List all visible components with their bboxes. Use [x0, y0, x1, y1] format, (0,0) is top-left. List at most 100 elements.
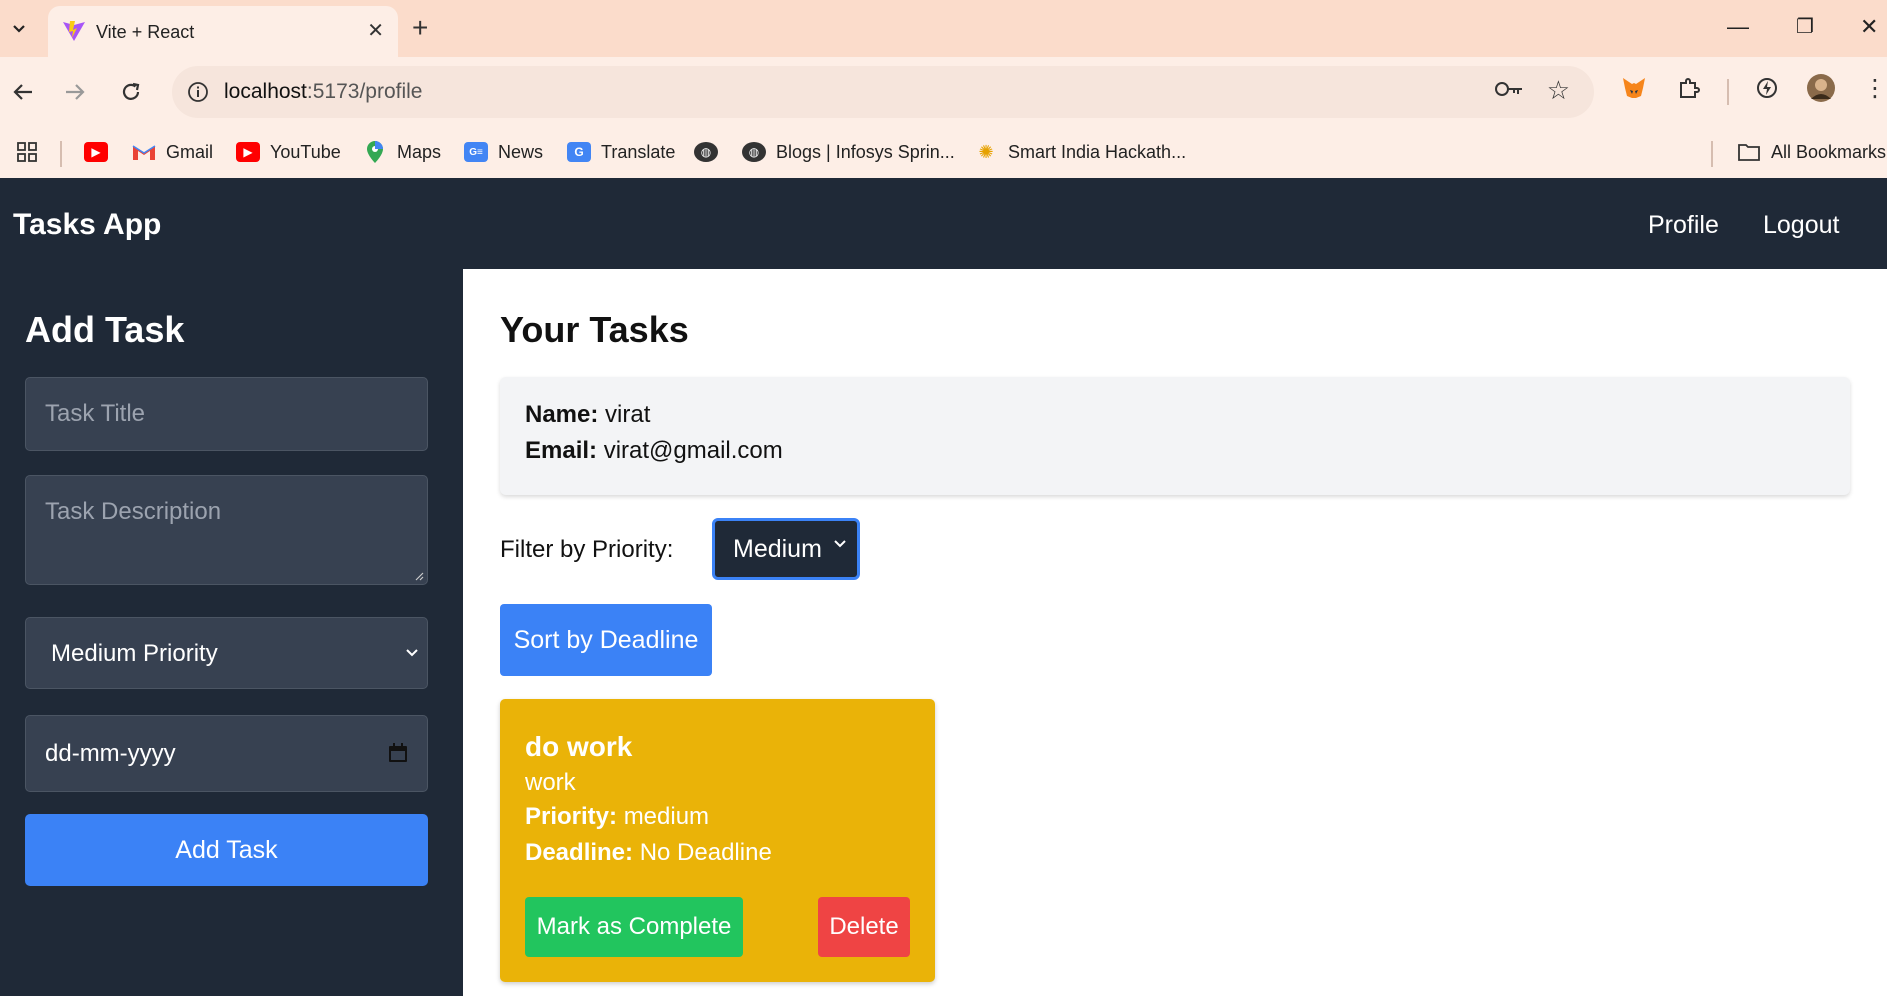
profile-avatar[interactable] [1804, 71, 1838, 105]
bookmark-globe-icon-only[interactable]: ◍ [694, 137, 728, 167]
add-task-heading: Add Task [25, 309, 185, 350]
priority-select-value: Medium Priority [51, 640, 218, 667]
bookmarks-bar: ▶ Gmail ▶ YouTube Maps G≡ News G Transla… [0, 127, 1887, 178]
email-label: Email: [525, 437, 598, 464]
browser-menu-icon[interactable]: ⋮ [1858, 71, 1887, 105]
your-tasks-heading: Your Tasks [500, 309, 689, 350]
profile-link[interactable]: Profile [1648, 211, 1719, 240]
tasks-main: Your Tasks Name: virat Email: virat@gmai… [463, 269, 1887, 996]
tab-search-button[interactable] [0, 8, 38, 48]
all-bookmarks-label: All Bookmarks [1771, 141, 1887, 162]
priority-label: Priority: [525, 803, 618, 830]
profile-email: Email: virat@gmail.com [525, 437, 783, 465]
task-title-placeholder: Task Title [45, 400, 146, 427]
bookmark-label: Translate [601, 141, 676, 162]
app-header: Tasks App Profile Logout [0, 178, 1887, 269]
calendar-icon[interactable] [387, 742, 409, 764]
deadline-date-placeholder: dd-mm-yyyy [45, 740, 176, 767]
task-title-input[interactable]: Task Title [25, 377, 428, 451]
task-description: work [525, 769, 576, 796]
task-title: do work [525, 731, 633, 762]
bookmark-smart-india-hackathon[interactable]: ✺ Smart India Hackath... [974, 137, 1186, 167]
minimize-button[interactable]: — [1727, 10, 1749, 44]
tasks-app: Tasks App Profile Logout Add Task Task T… [0, 178, 1887, 996]
bookmark-label: Blogs | Infosys Sprin... [776, 141, 955, 162]
bookmark-gmail[interactable]: Gmail [132, 137, 213, 167]
bookmark-maps[interactable]: Maps [363, 137, 441, 167]
new-tab-button[interactable]: + [412, 10, 428, 46]
metamask-extension-icon[interactable] [1617, 71, 1651, 105]
youtube-icon: ▶ [84, 142, 108, 162]
translate-icon: G [567, 142, 591, 162]
name-label: Name: [525, 401, 599, 428]
task-description-placeholder: Task Description [45, 498, 222, 525]
url-path: :5173/profile [306, 80, 423, 103]
vite-icon [63, 21, 85, 41]
email-value: virat@gmail.com [603, 437, 783, 464]
tab-title: Vite + React [96, 22, 195, 42]
youtube-icon: ▶ [236, 142, 260, 162]
tab-strip: Vite + React ✕ + — ❐ ✕ [0, 0, 1887, 57]
mark-complete-button[interactable]: Mark as Complete [525, 897, 743, 957]
browser-window: Vite + React ✕ + — ❐ ✕ localhost:5173/pr… [0, 0, 1887, 178]
app-title: Tasks App [13, 208, 162, 241]
bookmarks-divider [1711, 141, 1713, 167]
bookmark-news[interactable]: G≡ News [464, 137, 543, 167]
back-button[interactable] [6, 75, 40, 109]
deadline-value: No Deadline [639, 839, 772, 866]
logout-link[interactable]: Logout [1763, 211, 1839, 240]
all-bookmarks[interactable]: All Bookmarks [1737, 137, 1886, 167]
globe-icon: ◍ [694, 142, 718, 162]
name-value: virat [605, 401, 651, 428]
news-icon: G≡ [464, 142, 488, 162]
add-task-sidebar: Add Task Task Title Task Description Med… [0, 269, 463, 996]
browser-tab[interactable]: Vite + React ✕ [48, 6, 398, 57]
task-deadline: Deadline: No Deadline [525, 839, 772, 867]
gmail-icon [132, 142, 156, 162]
add-task-button[interactable]: Add Task [25, 814, 428, 886]
reload-button[interactable] [114, 75, 148, 109]
sort-by-deadline-button[interactable]: Sort by Deadline [500, 604, 712, 676]
bookmark-translate[interactable]: G Translate [567, 137, 675, 167]
address-bar[interactable]: localhost:5173/profile ☆ [172, 66, 1594, 118]
performance-icon[interactable] [1750, 71, 1784, 105]
forward-button[interactable] [58, 75, 92, 109]
password-key-icon[interactable] [1494, 78, 1524, 106]
reload-icon [122, 82, 140, 100]
bookmarks-divider [60, 141, 62, 167]
apps-grid-icon[interactable] [16, 137, 38, 167]
url-host: localhost [224, 80, 307, 103]
priority-select[interactable]: Medium Priority [25, 617, 428, 689]
arrow-left-icon [13, 84, 32, 100]
url-text[interactable]: localhost:5173/profile [224, 80, 422, 104]
delete-task-button[interactable]: Delete [818, 897, 910, 957]
bookmark-label: Maps [397, 141, 442, 162]
globe-icon: ◍ [742, 142, 766, 162]
filter-label: Filter by Priority: [500, 536, 674, 563]
chevron-down-icon [834, 540, 846, 548]
profile-card: Name: virat Email: virat@gmail.com [500, 377, 1850, 495]
bookmark-label: News [498, 141, 544, 162]
site-info-icon[interactable] [182, 76, 214, 108]
bookmark-label: Gmail [166, 141, 214, 162]
close-window-button[interactable]: ✕ [1860, 10, 1878, 44]
bookmark-label: Smart India Hackath... [1008, 141, 1187, 162]
bookmark-star-icon[interactable]: ☆ [1547, 75, 1570, 106]
chevron-down-icon [406, 649, 418, 657]
restore-button[interactable]: ❐ [1796, 10, 1814, 44]
priority-filter-select[interactable]: Medium [712, 518, 860, 580]
chevron-down-icon [13, 25, 25, 33]
filter-select-value: Medium [733, 535, 822, 563]
bookmark-youtube-icon-only[interactable]: ▶ [84, 137, 118, 167]
extensions-puzzle-icon[interactable] [1672, 71, 1706, 105]
task-description-textarea[interactable]: Task Description [25, 475, 428, 585]
bulb-icon: ✺ [978, 141, 994, 162]
resize-handle-icon[interactable] [414, 571, 424, 581]
close-tab-icon[interactable]: ✕ [367, 18, 384, 43]
arrow-right-icon [66, 84, 85, 100]
maps-icon [363, 141, 387, 163]
bookmark-label: YouTube [270, 141, 341, 162]
deadline-date-input[interactable]: dd-mm-yyyy [25, 715, 428, 792]
bookmark-infosys-blogs[interactable]: ◍ Blogs | Infosys Sprin... [742, 137, 955, 167]
bookmark-youtube[interactable]: ▶ YouTube [236, 137, 341, 167]
